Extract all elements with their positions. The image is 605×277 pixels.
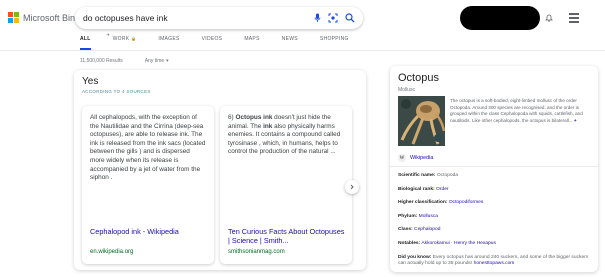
search-icon[interactable] <box>345 13 355 23</box>
notable-link[interactable]: Akkorokamui <box>421 241 449 246</box>
more-button[interactable]: + <box>574 118 577 123</box>
answer-snippet: All cephalopods, with the exception of t… <box>82 106 214 264</box>
tab-news[interactable]: NEWS <box>282 34 298 50</box>
lock-icon: 🔒 <box>131 36 137 41</box>
work-briefcase-icon: ✈ <box>106 32 111 37</box>
answer-sources[interactable]: ACCORDING TO 4 SOURCES <box>82 89 151 94</box>
microphone-icon[interactable] <box>314 13 321 23</box>
kp-divider <box>390 166 598 167</box>
snippet-url: en.wikipedia.org <box>90 249 134 255</box>
kp-subtitle: Mollusc <box>398 87 415 93</box>
fact-class: Class: Cephalopod <box>398 227 441 233</box>
fact-phylum: Phylum: Mollusca <box>398 213 438 219</box>
knowledge-panel: Octopus Mollusc The octopus is a soft-bo… <box>390 66 598 272</box>
carousel-next-button[interactable] <box>345 180 359 194</box>
fact-higher-classification: Higher classification: Octopodiformes <box>398 200 484 206</box>
wikipedia-link[interactable]: W Wikipedia <box>398 154 433 162</box>
results-meta: 11,500,000 Results Any time ▾ <box>80 58 169 64</box>
visual-search-icon[interactable] <box>328 13 338 23</box>
tab-work[interactable]: ✈ WORK 🔒 <box>107 32 137 50</box>
search-tabs: ALL ✈ WORK 🔒 IMAGES VIDEOS MAPS NEWS SHO… <box>80 32 371 50</box>
tab-images[interactable]: IMAGES <box>158 34 179 50</box>
hamburger-menu-icon[interactable] <box>569 13 579 25</box>
bell-icon[interactable] <box>545 13 553 24</box>
rank-link[interactable]: Order <box>436 187 449 192</box>
brand-name: Microsoft Bing <box>23 12 81 23</box>
phylum-link[interactable]: Mollusca <box>419 214 438 219</box>
fact-scientific-name: Scientific name: Octopoda <box>398 173 459 178</box>
chevron-right-icon <box>350 184 354 190</box>
fact-notables: Notables: Akkorokamui · Henry the Hexapu… <box>398 240 496 246</box>
tab-maps[interactable]: MAPS <box>244 34 259 50</box>
time-filter-label: Any time <box>144 58 165 64</box>
class-link[interactable]: Cephalopod <box>414 227 440 232</box>
chevron-down-icon: ▾ <box>166 58 169 64</box>
bing-logo[interactable]: Microsoft Bing <box>8 12 80 23</box>
search-box <box>75 7 363 29</box>
dyk-source-link[interactable]: honesttopaws.com <box>474 261 515 266</box>
tabs-divider <box>0 50 605 51</box>
fact-biological-rank: Biological rank: Order <box>398 186 449 192</box>
kp-facts: Scientific name: Octopoda Biological ran… <box>398 173 594 272</box>
time-filter-dropdown[interactable]: Any time ▾ <box>145 58 169 64</box>
snippet-link[interactable]: Cephalopod ink - Wikipedia <box>90 227 208 236</box>
answer-snippet: 6) Octopus ink doesn't just hide the ani… <box>220 106 352 264</box>
answer-title: Yes <box>82 76 99 87</box>
tab-videos[interactable]: VIDEOS <box>202 34 223 50</box>
results-count: 11,500,000 Results <box>80 58 123 64</box>
snippet-link[interactable]: Ten Curious Facts About Octopuses | Scie… <box>228 227 346 245</box>
redacted-account-area <box>460 6 540 30</box>
tab-shopping[interactable]: SHOPPING <box>320 34 349 50</box>
microsoft-logo-icon <box>8 12 19 23</box>
wikipedia-icon: W <box>398 154 406 162</box>
snippet-text: All cephalopods, with the exception of t… <box>90 114 206 182</box>
fact-did-you-know: Did you know: Every octopus has around 2… <box>398 254 589 266</box>
tab-work-label: WORK <box>112 36 130 42</box>
octopus-image[interactable] <box>398 96 445 146</box>
answer-card: Yes ACCORDING TO 4 SOURCES All cephalopo… <box>74 70 366 270</box>
higher-class-link[interactable]: Octopodiformes <box>449 200 484 205</box>
search-input[interactable] <box>83 13 314 23</box>
tab-all[interactable]: ALL <box>80 34 91 50</box>
notable-link[interactable]: Henry the Hexapus <box>454 241 496 246</box>
kp-title: Octopus <box>398 72 439 84</box>
snippet-text: 6) Octopus ink doesn't just hide the ani… <box>228 114 341 156</box>
snippet-url: smithsonianmag.com <box>228 249 285 255</box>
kp-description: The octopus is a soft-bodied, eight-limb… <box>450 98 583 123</box>
